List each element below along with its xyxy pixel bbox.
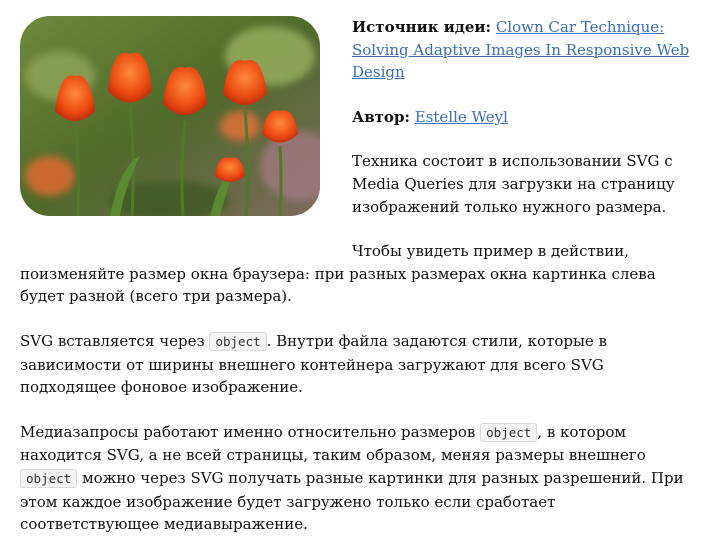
tulips-photo-icon [20, 16, 320, 216]
paragraph-3-text-a: SVG вставляется через [20, 331, 205, 350]
tulips-image [20, 16, 320, 216]
paragraph-3: SVG вставляется через object. Внутри фай… [20, 330, 690, 399]
code-object: object [480, 422, 538, 442]
author-link[interactable]: Estelle Weyl [415, 108, 508, 126]
paragraph-2-text: Чтобы увидеть пример в действии, поизмен… [20, 242, 656, 306]
paragraph-4-text-a: Медиазапросы работают именно относительн… [20, 422, 476, 441]
article-content: Источник идеи: Clown Car Technique: Solv… [20, 16, 690, 558]
paragraph-2: Чтобы увидеть пример в действии, поизмен… [20, 240, 690, 308]
paragraph-4: Медиазапросы работают именно относительн… [20, 421, 690, 536]
code-object: object [209, 331, 267, 351]
code-object: object [20, 468, 78, 488]
author-label: Автор: [352, 107, 410, 126]
paragraph-4-text-c: можно через SVG получать разные картинки… [20, 468, 684, 534]
source-label: Источник идеи: [352, 18, 492, 36]
